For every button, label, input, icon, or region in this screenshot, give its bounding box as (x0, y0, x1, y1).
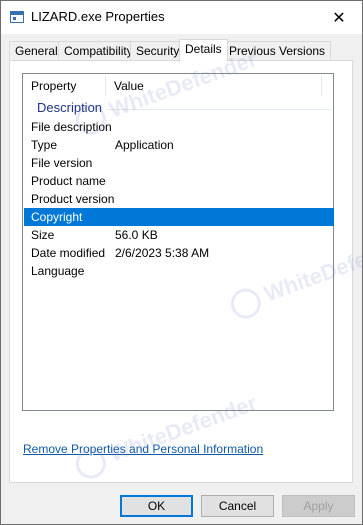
title-bar[interactable]: LIZARD.exe Properties ✕ (1, 1, 362, 34)
tab-compatibility[interactable]: Compatibility (58, 41, 139, 61)
cancel-button[interactable]: Cancel (201, 495, 274, 517)
list-item[interactable]: Language (24, 262, 334, 280)
ok-button[interactable]: OK (120, 495, 193, 517)
group-divider (107, 109, 331, 110)
property-value: 56.0 KB (115, 228, 158, 242)
details-panel: Property Value Description File descript… (9, 60, 353, 483)
property-value: Application (115, 138, 174, 152)
property-name: Type (31, 138, 58, 152)
properties-dialog: LIZARD.exe Properties ✕ General Compatib… (0, 0, 363, 525)
property-name: Language (31, 264, 85, 278)
property-name: Product name (31, 174, 106, 188)
property-value: 2/6/2023 5:38 AM (115, 246, 210, 260)
tab-previous-versions[interactable]: Previous Versions (223, 41, 332, 61)
list-item[interactable]: File version (24, 154, 334, 172)
value-column-header[interactable]: Value (106, 74, 144, 98)
property-name: Product version (31, 192, 115, 206)
tab-general[interactable]: General (9, 41, 64, 61)
remove-properties-link[interactable]: Remove Properties and Personal Informati… (23, 442, 263, 456)
property-name: File version (31, 156, 93, 170)
window-title: LIZARD.exe Properties (31, 9, 165, 24)
list-item[interactable]: Size 56.0 KB (24, 226, 334, 244)
property-name: Copyright (31, 210, 83, 224)
property-column-header[interactable]: Property (23, 74, 76, 98)
property-name: Size (31, 228, 55, 242)
tab-security[interactable]: Security (130, 41, 186, 61)
tab-details[interactable]: Details (179, 39, 228, 62)
list-item[interactable]: Date modified 2/6/2023 5:38 AM (24, 244, 334, 262)
application-icon (10, 11, 24, 23)
property-name: File description (31, 120, 112, 134)
property-name: Date modified (31, 246, 106, 260)
column-divider[interactable] (321, 76, 322, 96)
apply-button[interactable]: Apply (282, 495, 355, 517)
list-item[interactable]: File description (24, 118, 334, 136)
list-item[interactable]: Type Application (24, 136, 334, 154)
close-button[interactable]: ✕ (316, 1, 362, 34)
list-item-selected[interactable]: Copyright (24, 208, 334, 226)
description-group-header: Description (37, 100, 103, 115)
list-item[interactable]: Product version (24, 190, 334, 208)
list-item[interactable]: Product name (24, 172, 334, 190)
properties-list[interactable]: Property Value Description File descript… (22, 73, 334, 411)
list-header: Property Value (23, 74, 333, 98)
